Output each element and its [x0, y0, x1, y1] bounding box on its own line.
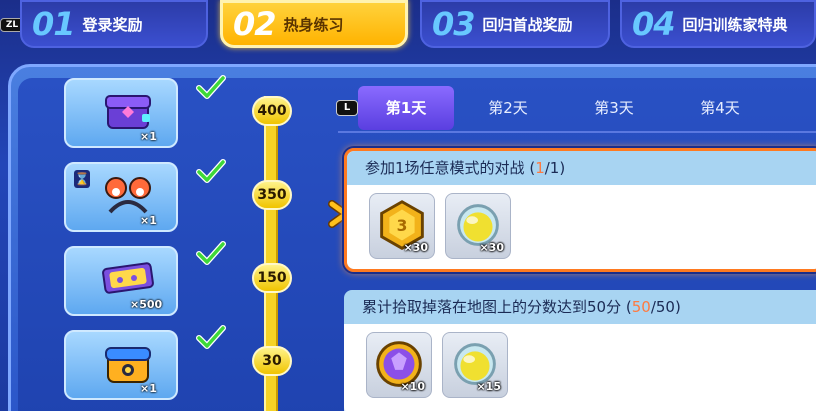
- task-progress-done: 50: [631, 298, 651, 316]
- check-icon: [196, 241, 226, 265]
- reward-card-30[interactable]: ×1: [64, 330, 178, 400]
- task-reward-item[interactable]: ×15: [442, 332, 508, 398]
- task-progress-done: 1: [535, 159, 545, 177]
- task-text: 累计拾取掉落在地图上的分数达到50分: [362, 298, 622, 316]
- tab-number: 01: [32, 5, 76, 43]
- task-rewards: 3 ×30 ×30: [347, 185, 816, 269]
- svg-text:3: 3: [397, 217, 408, 235]
- task-reward-item[interactable]: ×30: [445, 193, 511, 259]
- tab-day-1[interactable]: 第1天: [358, 86, 454, 130]
- reward-qty: ×500: [130, 298, 163, 311]
- hourglass-icon: ⌛: [74, 170, 90, 188]
- tab-warmup[interactable]: 02 热身练习: [220, 0, 408, 48]
- day-tab-divider: [338, 131, 816, 133]
- reward-qty: ×15: [476, 380, 501, 393]
- reward-card-150[interactable]: ×500: [64, 246, 178, 316]
- milestone-badge: 30: [252, 346, 292, 376]
- reward-qty: ×1: [140, 130, 157, 143]
- reward-card-400[interactable]: ×1: [64, 78, 178, 148]
- supply-crate-icon: [105, 347, 151, 383]
- task-progress-total: /1): [544, 159, 566, 177]
- check-icon: [196, 159, 226, 183]
- task-progress-total: /50): [650, 298, 681, 316]
- tab-label: 回归首战奖励: [482, 15, 573, 34]
- reward-qty: ×1: [140, 382, 157, 395]
- check-icon: [196, 75, 226, 99]
- tab-return-trainer-perk[interactable]: 04 回归训练家特典: [620, 0, 816, 48]
- task-title: 累计拾取掉落在地图上的分数达到50分 (50/50): [344, 290, 816, 324]
- milestone-badge: 350: [252, 180, 292, 210]
- tab-number: 04: [632, 5, 676, 43]
- reward-qty: ×30: [403, 241, 428, 254]
- tab-day-4[interactable]: 第4天: [672, 86, 768, 130]
- tab-number: 02: [233, 5, 277, 43]
- task-rewards: ×10 ×15: [344, 324, 816, 411]
- tab-label: 登录奖励: [82, 15, 143, 34]
- milestone-badge: 150: [252, 263, 292, 293]
- tab-day-3[interactable]: 第3天: [566, 86, 662, 130]
- tab-number: 03: [432, 5, 476, 43]
- purple-box-icon: [105, 95, 151, 129]
- tab-label: 热身练习: [283, 15, 344, 34]
- task-reward-item[interactable]: ×10: [366, 332, 432, 398]
- reward-qty: ×30: [479, 241, 504, 254]
- task-reward-item[interactable]: 3 ×30: [369, 193, 435, 259]
- task-title: 参加1场任意模式的对战 (1/1): [347, 151, 816, 185]
- tab-label: 回归训练家特典: [682, 15, 788, 34]
- l-button-hint: L: [336, 100, 358, 116]
- task-text: 参加1场任意模式的对战: [365, 159, 525, 177]
- hair-clip-icon: [105, 177, 151, 214]
- tab-day-2[interactable]: 第2天: [460, 86, 556, 130]
- check-icon: [196, 325, 226, 349]
- top-tab-bar: ZL 01 登录奖励 02 热身练习 03 回归首战奖励 04 回归训练家特典: [0, 0, 816, 56]
- tab-login-reward[interactable]: 01 登录奖励: [20, 0, 208, 48]
- ticket-icon: [102, 262, 154, 294]
- milestone-badge: 400: [252, 96, 292, 126]
- task-card[interactable]: 累计拾取掉落在地图上的分数达到50分 (50/50) ×10 ×15: [344, 290, 816, 411]
- reward-qty: ×1: [140, 214, 157, 227]
- reward-qty: ×10: [400, 380, 425, 393]
- task-card-active[interactable]: 参加1场任意模式的对战 (1/1) 3 ×30 ×30: [344, 148, 816, 272]
- tab-return-first-battle[interactable]: 03 回归首战奖励: [420, 0, 610, 48]
